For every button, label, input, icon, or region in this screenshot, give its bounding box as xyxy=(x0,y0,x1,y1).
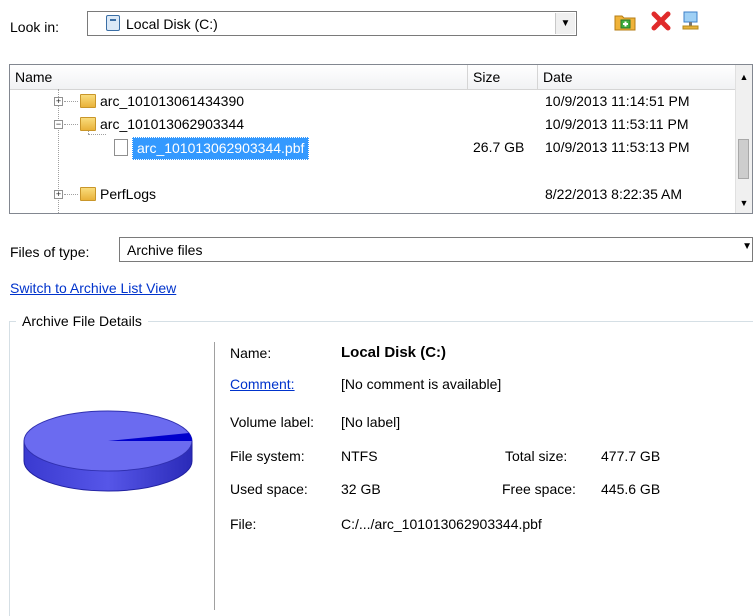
scroll-thumb[interactable] xyxy=(738,139,749,179)
network-icon[interactable] xyxy=(678,8,704,34)
files-of-type-combo[interactable]: Archive files ▼ xyxy=(119,237,753,262)
expand-icon[interactable]: + xyxy=(54,190,63,199)
name-value: Local Disk (C:) xyxy=(341,344,447,361)
add-folder-icon[interactable] xyxy=(612,8,638,34)
scroll-up-icon[interactable]: ▲ xyxy=(736,69,752,85)
row-date: 10/9/2013 11:53:13 PM xyxy=(545,139,690,155)
list-item[interactable]: + arc_101013061434390 10/9/2013 11:14:51… xyxy=(10,90,740,113)
total-size-label: Total size: xyxy=(505,448,568,464)
used-space-label: Used space: xyxy=(230,481,308,497)
chevron-down-icon[interactable]: ▼ xyxy=(742,241,752,252)
free-space-label: Free space: xyxy=(502,481,576,497)
list-item-selected[interactable]: arc_101013062903344.pbf 26.7 GB 10/9/201… xyxy=(10,136,740,160)
row-name: arc_101013062903344 xyxy=(100,116,245,132)
list-item[interactable]: − arc_101013062903344 10/9/2013 11:53:11… xyxy=(10,113,740,136)
comment-link[interactable]: Comment: xyxy=(230,376,295,392)
comment-value: [No comment is available] xyxy=(341,376,502,392)
row-date: 8/22/2013 8:22:35 AM xyxy=(545,186,682,202)
volume-label-value: [No label] xyxy=(341,414,401,430)
file-label: File: xyxy=(230,516,257,532)
row-name: PerfLogs xyxy=(100,186,157,202)
disk-usage-pie-chart xyxy=(22,405,194,498)
drive-icon xyxy=(106,15,120,31)
file-tree-list[interactable]: Name Size Date + arc_101013061434390 10/… xyxy=(9,64,753,214)
switch-view-link[interactable]: Switch to Archive List View xyxy=(10,280,176,296)
row-date: 10/9/2013 11:14:51 PM xyxy=(545,93,690,109)
collapse-icon[interactable]: − xyxy=(54,120,63,129)
file-system-label: File system: xyxy=(230,448,305,464)
look-in-value: Local Disk (C:) xyxy=(126,16,218,32)
name-label: Name: xyxy=(230,345,272,361)
folder-icon xyxy=(80,117,96,131)
archive-details-legend: Archive File Details xyxy=(16,313,148,329)
scroll-down-icon[interactable]: ▼ xyxy=(736,195,752,211)
free-space-value: 445.6 GB xyxy=(601,481,661,497)
file-icon xyxy=(114,139,128,156)
divider xyxy=(214,342,215,610)
look-in-combo[interactable]: Local Disk (C:) ▼ xyxy=(87,11,577,36)
row-size: 26.7 GB xyxy=(473,139,525,155)
volume-label-label: Volume label: xyxy=(230,414,315,430)
column-header-size[interactable]: Size xyxy=(468,65,538,89)
expand-icon[interactable]: + xyxy=(54,97,63,106)
list-header: Name Size Date xyxy=(10,65,752,90)
chevron-down-icon[interactable]: ▼ xyxy=(555,13,575,34)
list-item[interactable]: + PerfLogs 8/22/2013 8:22:35 AM xyxy=(10,183,740,206)
look-in-label: Look in: xyxy=(10,19,60,35)
file-system-value: NTFS xyxy=(341,448,378,464)
total-size-value: 477.7 GB xyxy=(601,448,661,464)
folder-icon xyxy=(80,187,96,201)
used-space-value: 32 GB xyxy=(341,481,381,497)
delete-icon[interactable] xyxy=(648,8,674,34)
row-date: 10/9/2013 11:53:11 PM xyxy=(545,116,689,132)
vertical-scrollbar[interactable]: ▲ ▼ xyxy=(735,65,752,213)
column-header-name[interactable]: Name xyxy=(10,65,468,89)
row-name: arc_101013062903344.pbf xyxy=(132,137,310,160)
folder-icon xyxy=(80,94,96,108)
file-value: C:/.../arc_101013062903344.pbf xyxy=(341,516,542,532)
row-name: arc_101013061434390 xyxy=(100,93,245,109)
files-of-type-value: Archive files xyxy=(127,242,203,258)
files-of-type-label: Files of type: xyxy=(10,244,90,260)
column-header-date[interactable]: Date xyxy=(538,65,738,89)
